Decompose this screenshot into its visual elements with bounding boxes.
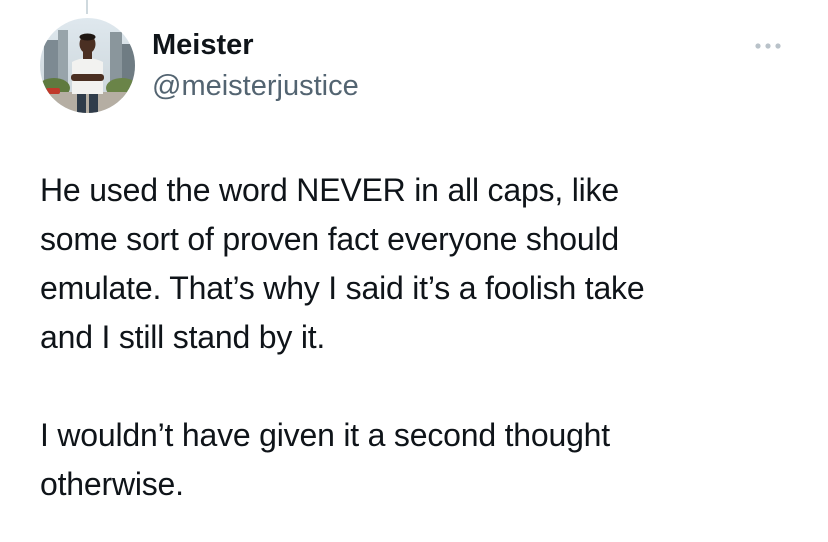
tweet-paragraph: I wouldn’t have given it a second though… xyxy=(40,411,800,509)
author-display-name[interactable]: Meister xyxy=(152,27,254,63)
profile-photo xyxy=(40,18,135,113)
tweet-line: otherwise. xyxy=(40,466,184,502)
tweet-line: I wouldn’t have given it a second though… xyxy=(40,417,610,453)
tweet[interactable]: Meister @meisterjustice He used the word… xyxy=(0,0,828,542)
tweet-line: He used the word NEVER in all caps, like xyxy=(40,172,619,208)
tweet-line: some sort of proven fact everyone should xyxy=(40,221,619,257)
more-horizontal-icon xyxy=(755,43,781,49)
thread-connector-line xyxy=(86,0,88,14)
avatar[interactable] xyxy=(40,18,135,113)
tweet-line: and I still stand by it. xyxy=(40,319,326,355)
tweet-text: He used the word NEVER in all caps, like… xyxy=(40,166,800,509)
tweet-line: emulate. That’s why I said it’s a foolis… xyxy=(40,270,645,306)
author-handle[interactable]: @meisterjustice xyxy=(152,68,359,104)
more-options-button[interactable] xyxy=(750,36,790,56)
tweet-paragraph: He used the word NEVER in all caps, like… xyxy=(40,166,800,362)
